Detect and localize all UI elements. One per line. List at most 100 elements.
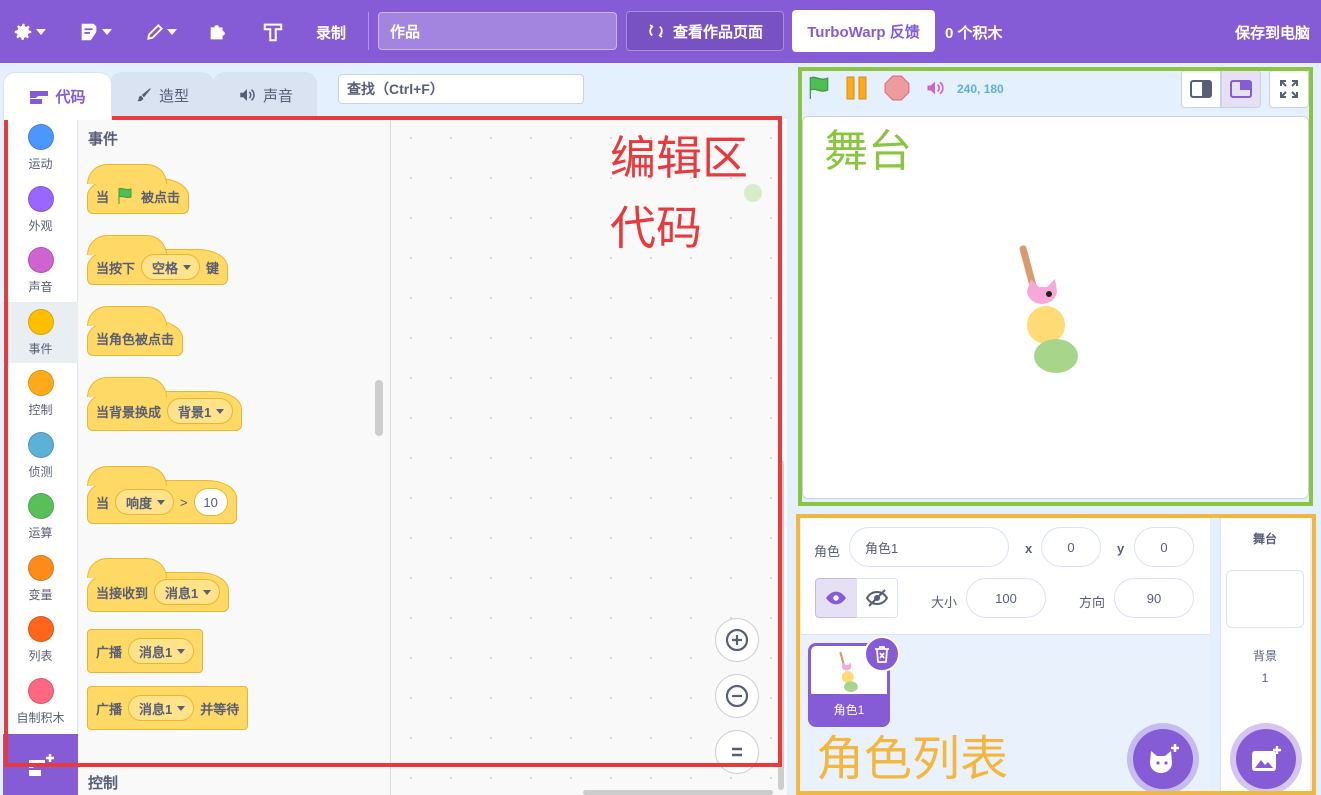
fullscreen-button[interactable] <box>1269 70 1309 108</box>
stop-icon <box>884 75 910 101</box>
chevron-down-icon <box>102 29 112 35</box>
feedback-button[interactable]: TurboWarp 反馈 <box>792 10 935 52</box>
stop-button[interactable] <box>884 74 910 102</box>
add-extension-button[interactable] <box>3 734 78 795</box>
category-motion[interactable]: 运动 <box>3 117 78 178</box>
category-sound[interactable]: 声音 <box>3 240 78 301</box>
category-control[interactable]: 控制 <box>3 363 78 424</box>
file-icon <box>81 23 97 41</box>
dropdown-value: 响度 <box>126 495 153 511</box>
category-sensing[interactable]: 侦测 <box>3 425 78 486</box>
hat-shape <box>87 235 167 255</box>
turbowarp-t-icon <box>263 23 283 42</box>
stage-thumbnail[interactable] <box>1226 570 1304 628</box>
green-flag-button[interactable] <box>806 74 832 102</box>
pause-icon <box>846 76 867 100</box>
block-when-flag-clicked[interactable]: 当 被点击 <box>87 164 190 214</box>
hat-shape <box>87 164 167 184</box>
block-when-sprite-clicked[interactable]: 当角色被点击 <box>87 306 184 356</box>
category-dot-icon <box>27 186 54 212</box>
stage-size-readout: 240, 180 <box>957 82 1004 96</box>
tab-code[interactable]: 代码 <box>3 72 112 120</box>
backdrop-label: 背景 <box>1252 649 1277 663</box>
workspace-vertical-scrollbar[interactable] <box>778 460 784 790</box>
message-dropdown[interactable]: 消息1 <box>128 695 195 721</box>
sprite-on-stage[interactable] <box>1013 239 1093 379</box>
tab-code-label: 代码 <box>55 89 86 106</box>
addons-button[interactable] <box>207 14 229 50</box>
y-position-input[interactable]: 0 <box>1134 527 1194 567</box>
category-label: 变量 <box>28 588 53 602</box>
sprite-name-input[interactable]: 角色1 <box>849 527 1009 567</box>
block-when-backdrop-switches[interactable]: 当背景换成 背景1 <box>87 377 243 431</box>
dropdown-value: 消息1 <box>165 585 199 601</box>
delete-sprite-button[interactable] <box>864 636 900 672</box>
sensor-dropdown[interactable]: 响度 <box>115 489 175 515</box>
message-dropdown[interactable]: 消息1 <box>154 579 221 605</box>
zoom-reset-button[interactable] <box>715 730 759 774</box>
see-project-page-button[interactable]: 查看作品页面 <box>626 11 784 51</box>
section-title-events: 事件 <box>88 131 119 148</box>
edit-menu[interactable] <box>145 14 177 50</box>
category-looks[interactable]: 外观 <box>3 179 78 240</box>
category-operators[interactable]: 运算 <box>3 486 78 547</box>
small-stage-button[interactable] <box>1181 70 1221 108</box>
block-when-receive[interactable]: 当接收到 消息1 <box>87 558 230 612</box>
pause-button[interactable] <box>845 74 869 102</box>
hat-shape <box>87 306 167 326</box>
direction-input[interactable]: 90 <box>1114 578 1194 618</box>
see-project-label: 查看作品页面 <box>672 23 763 41</box>
message-dropdown[interactable]: 消息1 <box>128 638 195 664</box>
block-palette: 事件 当 被点击 当按下 空格 键 当角色被点击 当背景换成 背景1 当 响度 … <box>78 118 391 795</box>
block-text: 当背景换成 <box>96 404 162 420</box>
workspace-horizontal-scrollbar[interactable] <box>583 790 773 795</box>
settings-menu[interactable] <box>12 14 46 50</box>
large-stage-button[interactable] <box>1221 70 1261 108</box>
tab-costumes-label: 造型 <box>158 87 189 105</box>
block-when-key-pressed[interactable]: 当按下 空格 键 <box>87 235 229 285</box>
category-label: 自制积木 <box>16 711 65 725</box>
project-title-input[interactable] <box>378 12 617 50</box>
block-search-input[interactable] <box>338 74 584 104</box>
block-text: 被点击 <box>141 189 181 205</box>
annotation-sprite-list: 角色列表 <box>816 731 1009 787</box>
theme-button[interactable] <box>262 14 284 50</box>
hide-sprite-button[interactable] <box>856 578 898 618</box>
tab-sounds[interactable]: 声音 <box>213 72 317 118</box>
tab-costumes[interactable]: 造型 <box>110 72 214 118</box>
gear-icon <box>14 23 32 40</box>
backdrop-dropdown[interactable]: 背景1 <box>167 398 234 424</box>
block-when-greater-than[interactable]: 当 响度 > 10 <box>87 466 237 524</box>
key-dropdown[interactable]: 空格 <box>141 254 201 280</box>
category-lists[interactable]: 列表 <box>3 609 78 670</box>
file-menu[interactable] <box>78 14 112 50</box>
category-my-blocks[interactable]: 自制积木 <box>3 671 78 732</box>
category-dot-icon <box>27 370 54 396</box>
dropdown-arrow-icon <box>177 705 186 711</box>
green-flag-icon <box>118 187 132 204</box>
choose-backdrop-button[interactable] <box>1236 729 1296 789</box>
zoom-in-button[interactable] <box>715 618 759 662</box>
x-position-input[interactable]: 0 <box>1041 527 1101 567</box>
category-events[interactable]: 事件 <box>3 302 78 363</box>
block-broadcast[interactable]: 广播 消息1 <box>87 629 204 673</box>
threshold-input[interactable]: 10 <box>193 488 228 516</box>
direction-label: 方向 <box>1079 595 1106 610</box>
choose-sprite-button[interactable] <box>1133 729 1193 789</box>
category-dot-icon <box>27 432 54 458</box>
mute-button[interactable] <box>924 74 946 102</box>
show-sprite-button[interactable] <box>815 578 857 618</box>
hat-shape <box>87 558 167 578</box>
zoom-out-button[interactable] <box>715 674 759 718</box>
chevron-down-icon <box>167 29 177 35</box>
pencil-icon <box>147 24 163 40</box>
category-variables[interactable]: 变量 <box>3 548 78 609</box>
save-to-computer-button[interactable]: 保存到电脑 <box>1235 22 1310 43</box>
block-broadcast-and-wait[interactable]: 广播 消息1 并等待 <box>87 686 249 730</box>
category-label: 事件 <box>28 342 53 356</box>
palette-scrollbar[interactable] <box>375 380 383 436</box>
zoom-reset-icon <box>732 747 742 757</box>
hat-shape <box>87 377 167 397</box>
size-input[interactable]: 100 <box>966 578 1046 618</box>
record-button[interactable]: 录制 <box>316 22 346 43</box>
